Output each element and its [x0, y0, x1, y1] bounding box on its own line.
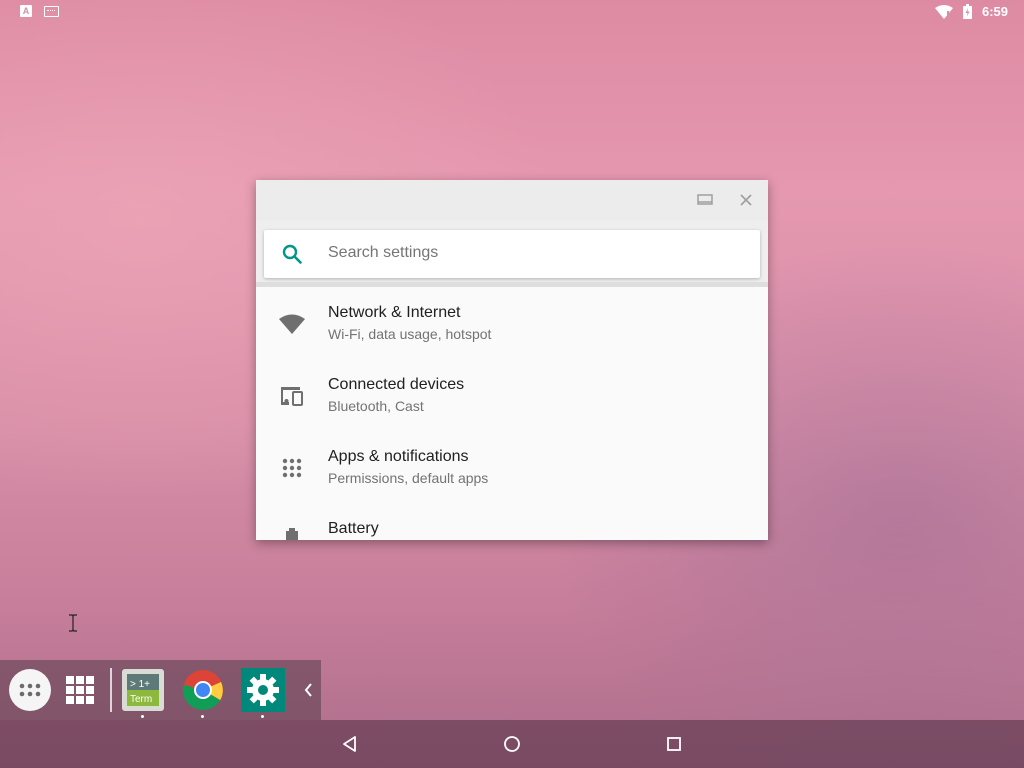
- item-title: Network & Internet: [328, 304, 461, 321]
- wifi-icon: [279, 314, 305, 334]
- running-indicator: [201, 715, 204, 718]
- back-icon[interactable]: [340, 734, 360, 754]
- terminal-app-button[interactable]: > 1+ Term: [121, 668, 165, 718]
- settings-window: Search settings Network & Internet Wi-Fi…: [256, 180, 768, 540]
- settings-gear-icon: [241, 668, 285, 712]
- battery-icon: [286, 528, 298, 540]
- item-title: Connected devices: [328, 376, 465, 393]
- navigation-bar: [0, 720, 1024, 768]
- recents-icon[interactable]: [664, 734, 684, 754]
- settings-item-apps[interactable]: Apps & notifications Permissions, defaul…: [256, 436, 768, 508]
- terminal-label-top: > 1+: [130, 679, 150, 690]
- item-title: Battery: [328, 520, 379, 537]
- keyboard-notification-icon: [44, 5, 59, 17]
- running-indicator: [261, 715, 264, 718]
- running-indicator: [141, 715, 144, 718]
- app-drawer-button[interactable]: [8, 668, 52, 712]
- restore-window-icon[interactable]: [696, 191, 714, 209]
- window-grid-icon: [66, 676, 94, 704]
- chrome-icon: [183, 670, 223, 710]
- settings-app-button[interactable]: [241, 668, 285, 718]
- text-cursor-icon: [69, 614, 77, 632]
- clock: 6:59: [981, 4, 1008, 19]
- settings-item-battery[interactable]: Battery: [256, 508, 768, 540]
- item-title: Apps & notifications: [328, 448, 469, 465]
- taskbar: > 1+ Term: [0, 660, 321, 720]
- item-subtitle: Permissions, default apps: [328, 470, 489, 486]
- home-icon[interactable]: [502, 734, 522, 754]
- window-grid-button[interactable]: [58, 668, 102, 712]
- close-window-icon[interactable]: [737, 191, 755, 209]
- wifi-icon: [934, 4, 953, 19]
- chrome-app-button[interactable]: [181, 668, 225, 718]
- terminal-label-bottom: Term: [130, 694, 152, 705]
- window-titlebar[interactable]: [256, 180, 768, 220]
- terminal-icon: > 1+ Term: [122, 669, 164, 711]
- item-subtitle: Wi-Fi, data usage, hotspot: [328, 326, 492, 342]
- notification-a-icon: A: [20, 5, 32, 17]
- app-drawer-icon: [9, 669, 51, 711]
- settings-item-connected-devices[interactable]: Connected devices Bluetooth, Cast: [256, 364, 768, 436]
- apps-grid-icon: [282, 458, 302, 478]
- devices-icon: [281, 387, 303, 406]
- collapse-chevron-icon[interactable]: [302, 682, 314, 698]
- search-placeholder: Search settings: [328, 244, 439, 261]
- search-icon: [282, 244, 302, 264]
- item-subtitle: Bluetooth, Cast: [328, 398, 424, 414]
- search-bar-container: Search settings: [256, 220, 768, 287]
- search-settings-field[interactable]: Search settings: [264, 230, 760, 278]
- status-bar: A 6:59: [0, 0, 1024, 24]
- taskbar-divider: [110, 668, 112, 712]
- battery-icon: [962, 4, 972, 19]
- settings-item-network[interactable]: Network & Internet Wi-Fi, data usage, ho…: [256, 292, 768, 364]
